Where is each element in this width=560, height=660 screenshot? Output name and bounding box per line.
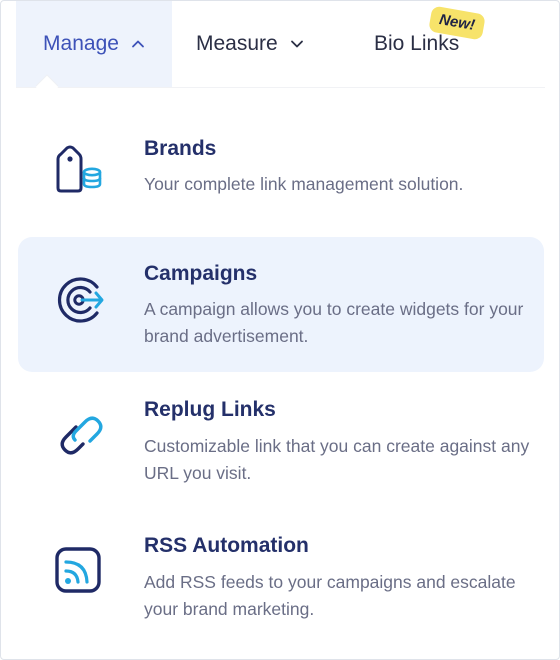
menu-item-title: Replug Links	[144, 398, 276, 421]
menu-item-replug-links[interactable]: Replug Links Customizable link that you …	[18, 381, 544, 501]
menu-item-rss-automation[interactable]: RSS Automation Add RSS feeds to your cam…	[18, 517, 544, 637]
top-navigation: Manage Measure Bio Links New!	[1, 1, 559, 87]
menu-item-title: Campaigns	[144, 262, 258, 285]
nav-bio-links-label: Bio Links	[374, 32, 460, 55]
menu-item-title: RSS Automation	[144, 534, 309, 557]
link-chain-icon	[52, 407, 106, 461]
nav-manage[interactable]: Manage	[16, 1, 172, 87]
dropdown-menu-frame: Manage Measure Bio Links New! Brands You…	[0, 0, 560, 660]
nav-manage-label: Manage	[43, 32, 119, 55]
menu-item-description: Your complete link management solution.	[144, 174, 464, 194]
menu-item-description: Add RSS feeds to your campaigns and esca…	[144, 572, 516, 619]
menu-item-campaigns[interactable]: Campaigns A campaign allows you to creat…	[18, 237, 544, 372]
brand-tag-icon	[52, 143, 106, 197]
nav-divider	[16, 87, 545, 88]
chevron-up-icon	[131, 37, 145, 51]
menu-item-title: Brands	[144, 137, 217, 160]
menu-item-brands[interactable]: Brands Your complete link management sol…	[18, 113, 544, 229]
nav-measure[interactable]: Measure	[196, 1, 304, 87]
chevron-down-icon	[290, 37, 304, 51]
campaign-target-icon	[52, 273, 106, 327]
rss-feed-icon	[52, 544, 106, 598]
nav-measure-label: Measure	[196, 32, 278, 55]
menu-item-description: Customizable link that you can create ag…	[144, 436, 530, 483]
menu-item-description: A campaign allows you to create widgets …	[144, 299, 524, 346]
